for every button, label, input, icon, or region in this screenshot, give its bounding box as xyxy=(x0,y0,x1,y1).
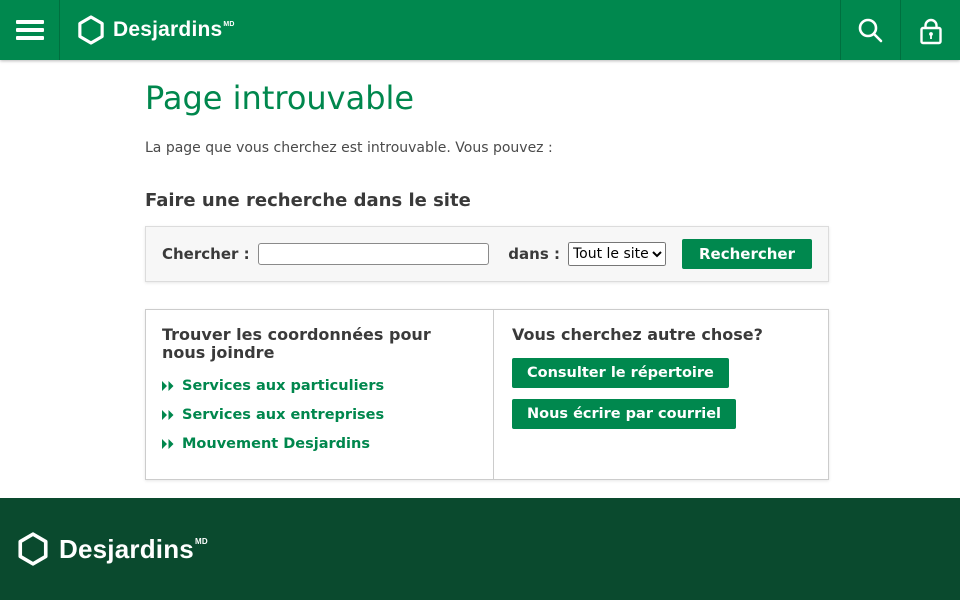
intro-text: La page que vous cherchez est introuvabl… xyxy=(145,139,829,159)
trademark-label: MD xyxy=(195,538,208,546)
search-input[interactable] xyxy=(258,243,490,265)
link-mouvement-desjardins[interactable]: Mouvement Desjardins xyxy=(162,436,370,452)
contact-link-list: Services aux particuliers Services aux e… xyxy=(162,376,477,453)
brand-name: DesjardinsMD xyxy=(113,18,235,42)
contact-column: Trouver les coordonnées pour nous joindr… xyxy=(146,310,494,480)
double-arrow-icon xyxy=(162,410,175,420)
other-options-heading: Vous cherchez autre chose? xyxy=(512,326,812,344)
link-services-entreprises[interactable]: Services aux entreprises xyxy=(162,407,384,423)
page-title: Page introuvable xyxy=(145,78,829,118)
email-button[interactable]: Nous écrire par courriel xyxy=(512,399,736,429)
footer-logo: DesjardinsMD xyxy=(18,532,208,566)
directory-button[interactable]: Consulter le répertoire xyxy=(512,358,729,388)
search-section-heading: Faire une recherche dans le site xyxy=(145,190,829,211)
menu-icon xyxy=(16,20,44,24)
list-item: Mouvement Desjardins xyxy=(162,434,477,453)
page-footer: DesjardinsMD xyxy=(0,498,960,600)
search-scope-label: dans : xyxy=(508,245,560,263)
desjardins-hexagon-icon xyxy=(18,532,48,566)
list-item: Services aux entreprises xyxy=(162,405,477,424)
search-scope-select[interactable]: Tout le site xyxy=(568,242,666,266)
search-query-label: Chercher : xyxy=(162,245,250,263)
search-submit-button[interactable]: Rechercher xyxy=(682,239,812,269)
menu-button[interactable] xyxy=(0,0,60,60)
brand-name: DesjardinsMD xyxy=(59,534,208,565)
link-services-particuliers[interactable]: Services aux particuliers xyxy=(162,378,384,394)
help-panel: Trouver les coordonnées pour nous joindr… xyxy=(145,309,829,481)
contact-heading: Trouver les coordonnées pour nous joindr… xyxy=(162,326,477,363)
double-arrow-icon xyxy=(162,381,175,391)
double-arrow-icon xyxy=(162,439,175,449)
main-content: Page introuvable La page que vous cherch… xyxy=(0,60,960,498)
top-navbar: DesjardinsMD xyxy=(0,0,960,60)
list-item: Services aux particuliers xyxy=(162,376,477,395)
other-options-column: Vous cherchez autre chose? Consulter le … xyxy=(494,310,828,480)
secure-login-button[interactable] xyxy=(900,0,960,60)
trademark-label: MD xyxy=(223,21,234,28)
search-icon xyxy=(857,17,884,44)
lock-icon xyxy=(917,16,945,45)
search-button[interactable] xyxy=(840,0,900,60)
site-search-panel: Chercher : dans : Tout le site Recherche… xyxy=(145,226,829,282)
header-logo[interactable]: DesjardinsMD xyxy=(78,0,235,60)
desjardins-hexagon-icon xyxy=(78,15,104,45)
